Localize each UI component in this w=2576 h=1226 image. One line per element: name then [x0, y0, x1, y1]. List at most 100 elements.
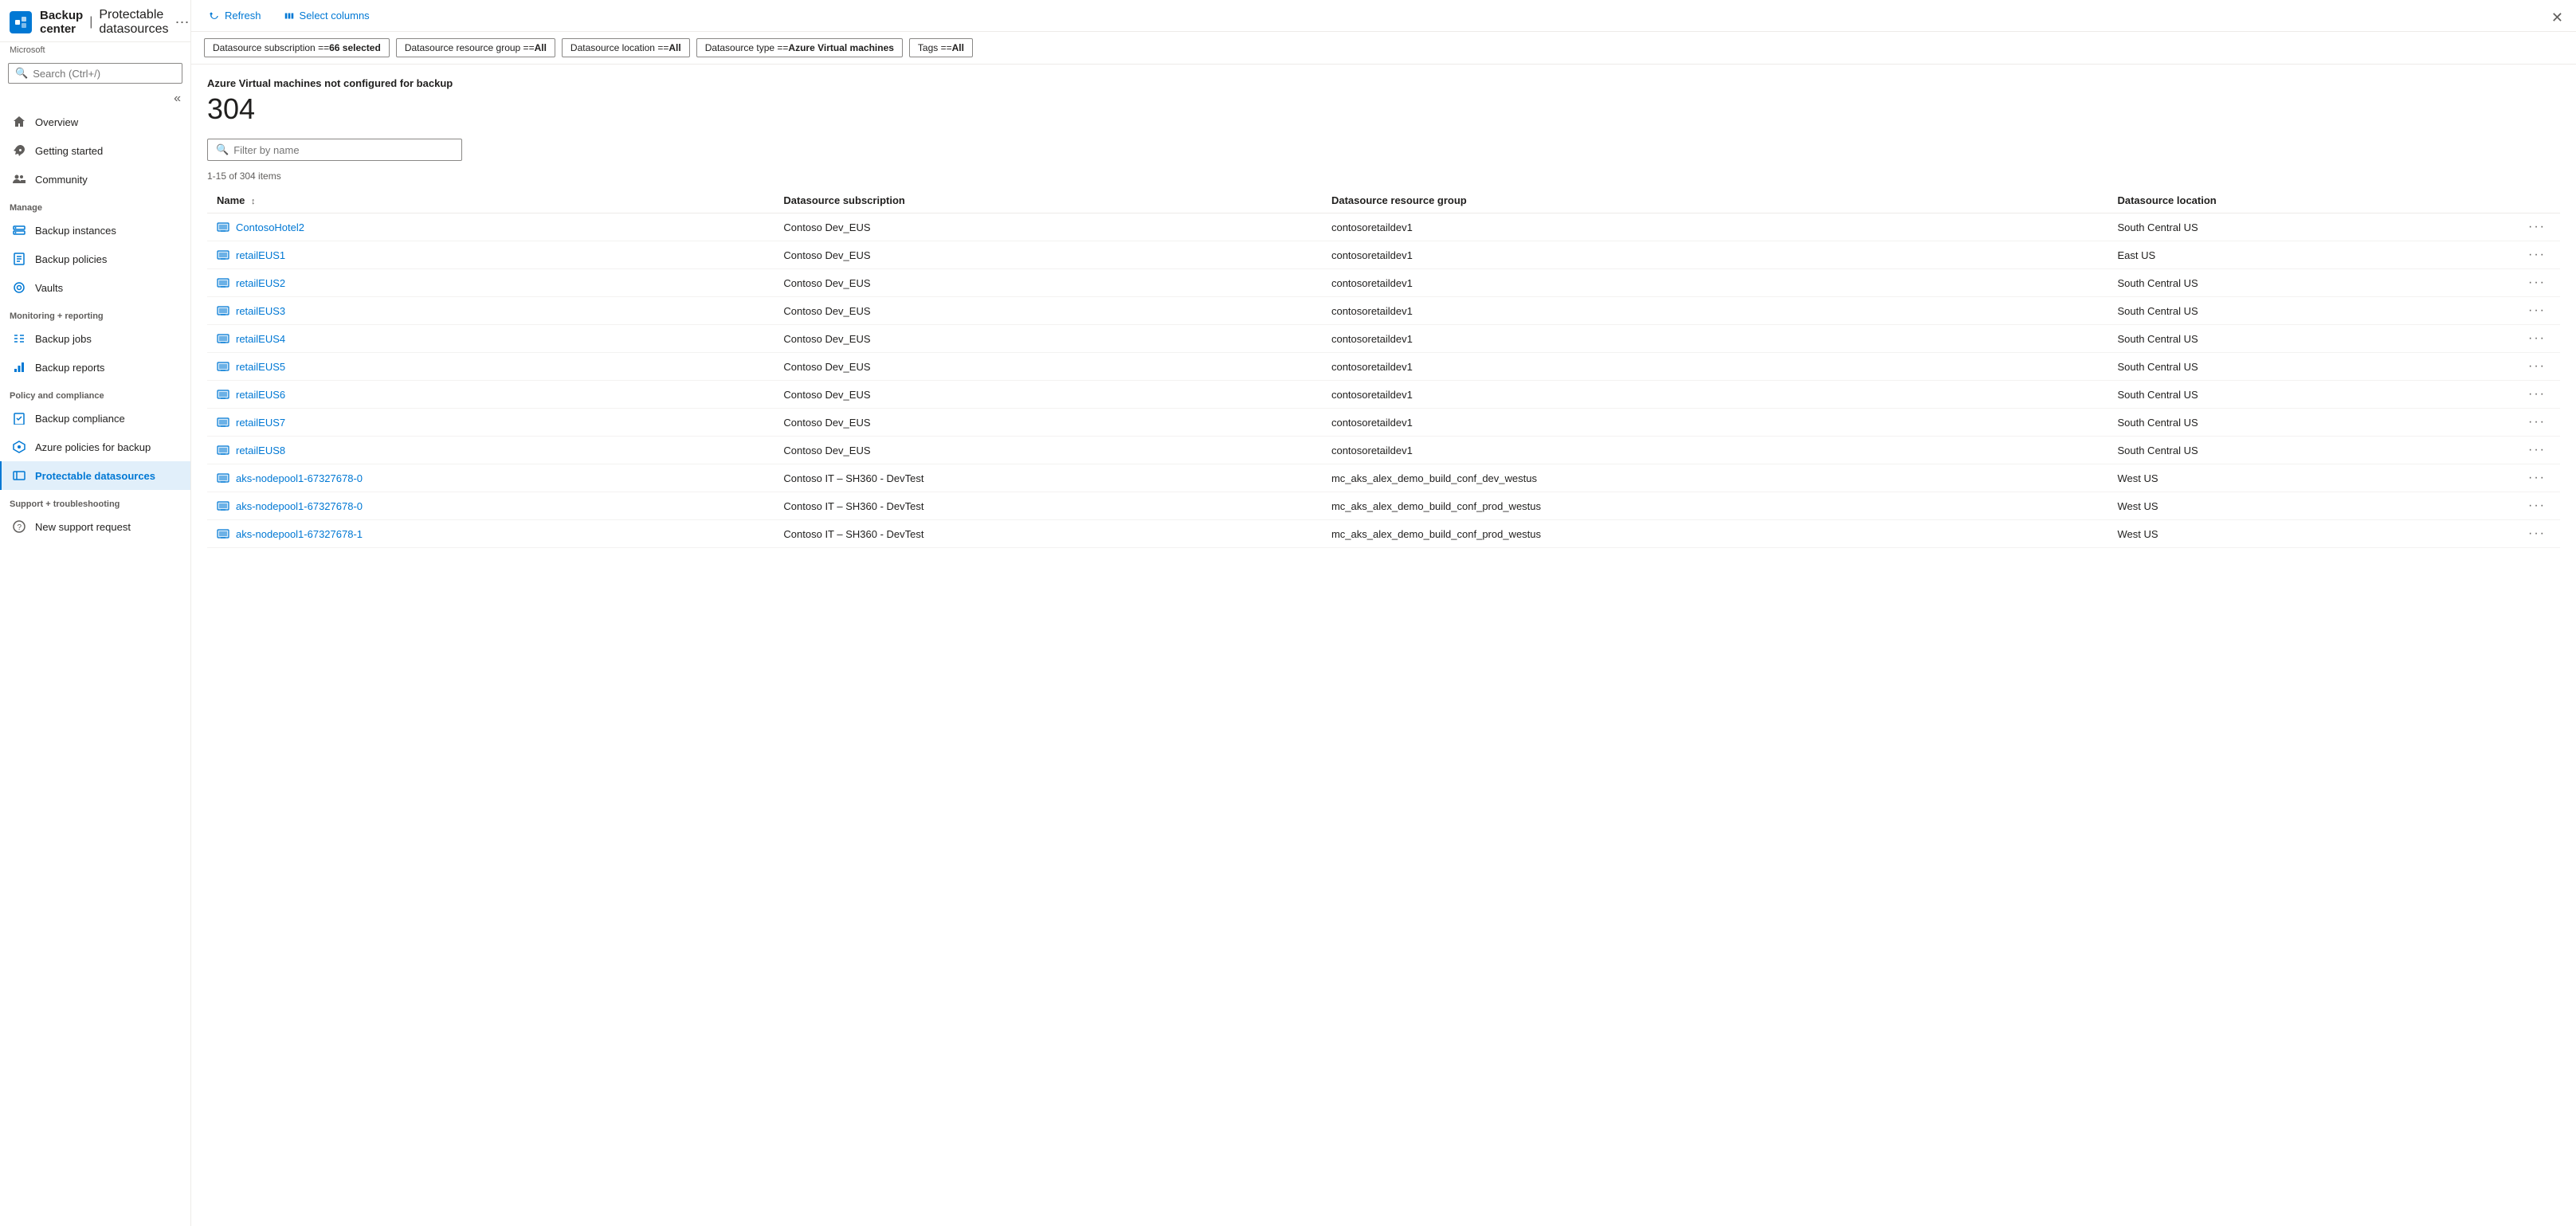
- cell-name-11: aks-nodepool1-67327678-1: [207, 520, 774, 548]
- cell-actions-0[interactable]: ···: [2514, 213, 2560, 241]
- sidebar-item-backup-jobs[interactable]: Backup jobs: [0, 324, 190, 353]
- cell-actions-7[interactable]: ···: [2514, 409, 2560, 437]
- row-more-actions[interactable]: ···: [2523, 386, 2551, 402]
- row-more-actions[interactable]: ···: [2523, 413, 2551, 430]
- cell-location-4: South Central US: [2107, 325, 2514, 353]
- collapse-sidebar-button[interactable]: «: [171, 90, 184, 108]
- rocket-icon: [11, 143, 27, 159]
- sidebar-item-vaults[interactable]: Vaults: [0, 273, 190, 302]
- row-more-actions[interactable]: ···: [2523, 441, 2551, 458]
- data-table: Name ↕ Datasource subscription Datasourc…: [207, 188, 2560, 548]
- table-row: retailEUS1 Contoso Dev_EUS contosoretail…: [207, 241, 2560, 269]
- cell-actions-5[interactable]: ···: [2514, 353, 2560, 381]
- filter-type[interactable]: Datasource type == Azure Virtual machine…: [696, 38, 903, 57]
- vm-icon: [217, 360, 229, 373]
- summary-count: 304: [207, 92, 2560, 126]
- cell-location-3: South Central US: [2107, 297, 2514, 325]
- row-more-actions[interactable]: ···: [2523, 469, 2551, 486]
- search-input[interactable]: [33, 68, 175, 80]
- filter-resource-group[interactable]: Datasource resource group == All: [396, 38, 555, 57]
- cell-resource-group-1: contosoretaildev1: [1322, 241, 2108, 269]
- row-more-actions[interactable]: ···: [2523, 218, 2551, 235]
- cell-subscription-5: Contoso Dev_EUS: [774, 353, 1322, 381]
- cell-actions-9[interactable]: ···: [2514, 464, 2560, 492]
- cell-subscription-3: Contoso Dev_EUS: [774, 297, 1322, 325]
- sidebar-item-backup-instances[interactable]: Backup instances: [0, 216, 190, 245]
- refresh-label: Refresh: [225, 10, 261, 22]
- cell-name-4: retailEUS4: [207, 325, 774, 353]
- items-count: 1-15 of 304 items: [207, 170, 2560, 182]
- cell-subscription-7: Contoso Dev_EUS: [774, 409, 1322, 437]
- cell-location-10: West US: [2107, 492, 2514, 520]
- cell-actions-10[interactable]: ···: [2514, 492, 2560, 520]
- sidebar-search-box[interactable]: 🔍: [8, 63, 182, 84]
- cell-location-6: South Central US: [2107, 381, 2514, 409]
- cell-resource-group-11: mc_aks_alex_demo_build_conf_prod_westus: [1322, 520, 2108, 548]
- community-label: Community: [35, 174, 88, 186]
- cell-location-2: South Central US: [2107, 269, 2514, 297]
- filter-name-box[interactable]: 🔍: [207, 139, 462, 161]
- people-icon: [11, 171, 27, 187]
- cell-subscription-9: Contoso IT – SH360 - DevTest: [774, 464, 1322, 492]
- table-row: retailEUS6 Contoso Dev_EUS contosoretail…: [207, 381, 2560, 409]
- datasource-icon: [11, 468, 27, 484]
- getting-started-label: Getting started: [35, 145, 103, 157]
- more-options-icon[interactable]: ⋯: [175, 14, 190, 31]
- vm-icon: [217, 499, 229, 512]
- row-more-actions[interactable]: ···: [2523, 525, 2551, 542]
- row-name: aks-nodepool1-67327678-0: [236, 472, 363, 484]
- sidebar-item-overview[interactable]: Overview: [0, 108, 190, 136]
- cell-subscription-2: Contoso Dev_EUS: [774, 269, 1322, 297]
- col-header-resource-group: Datasource resource group: [1322, 188, 2108, 213]
- jobs-icon: [11, 331, 27, 347]
- row-more-actions[interactable]: ···: [2523, 246, 2551, 263]
- cell-actions-8[interactable]: ···: [2514, 437, 2560, 464]
- sidebar-item-backup-policies[interactable]: Backup policies: [0, 245, 190, 273]
- sidebar-item-azure-policies[interactable]: Azure policies for backup: [0, 433, 190, 461]
- vm-icon: [217, 249, 229, 261]
- row-more-actions[interactable]: ···: [2523, 497, 2551, 514]
- sidebar-item-backup-reports[interactable]: Backup reports: [0, 353, 190, 382]
- sidebar-item-protectable-datasources[interactable]: Protectable datasources: [0, 461, 190, 490]
- toolbar: Refresh Select columns: [191, 0, 2576, 32]
- sidebar-item-getting-started[interactable]: Getting started: [0, 136, 190, 165]
- page-subtitle: Protectable datasources: [99, 8, 168, 37]
- cell-actions-2[interactable]: ···: [2514, 269, 2560, 297]
- row-more-actions[interactable]: ···: [2523, 274, 2551, 291]
- cell-name-7: retailEUS7: [207, 409, 774, 437]
- row-more-actions[interactable]: ···: [2523, 358, 2551, 374]
- row-name: aks-nodepool1-67327678-1: [236, 528, 363, 540]
- table-row: retailEUS8 Contoso Dev_EUS contosoretail…: [207, 437, 2560, 464]
- window-close-button[interactable]: ✕: [2551, 10, 2563, 26]
- summary-title: Azure Virtual machines not configured fo…: [207, 77, 2560, 89]
- new-support-label: New support request: [35, 521, 131, 533]
- table-row: ContosoHotel2 Contoso Dev_EUS contosoret…: [207, 213, 2560, 241]
- sidebar-item-community[interactable]: Community: [0, 165, 190, 194]
- select-columns-label: Select columns: [300, 10, 370, 22]
- col-header-name[interactable]: Name ↕: [207, 188, 774, 213]
- filter-name-input[interactable]: [233, 144, 453, 156]
- row-name: retailEUS1: [236, 249, 285, 261]
- main-area: Refresh Select columns Datasource subscr…: [191, 0, 2576, 1226]
- filter-location[interactable]: Datasource location == All: [562, 38, 690, 57]
- cell-actions-11[interactable]: ···: [2514, 520, 2560, 548]
- refresh-button[interactable]: Refresh: [204, 6, 266, 25]
- filter-tags[interactable]: Tags == All: [909, 38, 973, 57]
- cell-resource-group-4: contosoretaildev1: [1322, 325, 2108, 353]
- cell-actions-6[interactable]: ···: [2514, 381, 2560, 409]
- title-separator: |: [89, 15, 92, 29]
- select-columns-button[interactable]: Select columns: [279, 6, 374, 25]
- protectable-datasources-label: Protectable datasources: [35, 470, 155, 482]
- sidebar-item-backup-compliance[interactable]: Backup compliance: [0, 404, 190, 433]
- vm-icon: [217, 221, 229, 233]
- cell-actions-4[interactable]: ···: [2514, 325, 2560, 353]
- cell-actions-1[interactable]: ···: [2514, 241, 2560, 269]
- sidebar-item-new-support[interactable]: ? New support request: [0, 512, 190, 541]
- row-more-actions[interactable]: ···: [2523, 302, 2551, 319]
- cell-location-5: South Central US: [2107, 353, 2514, 381]
- vm-icon: [217, 332, 229, 345]
- filter-subscription[interactable]: Datasource subscription == 66 selected: [204, 38, 390, 57]
- row-more-actions[interactable]: ···: [2523, 330, 2551, 347]
- row-name: aks-nodepool1-67327678-0: [236, 500, 363, 512]
- cell-actions-3[interactable]: ···: [2514, 297, 2560, 325]
